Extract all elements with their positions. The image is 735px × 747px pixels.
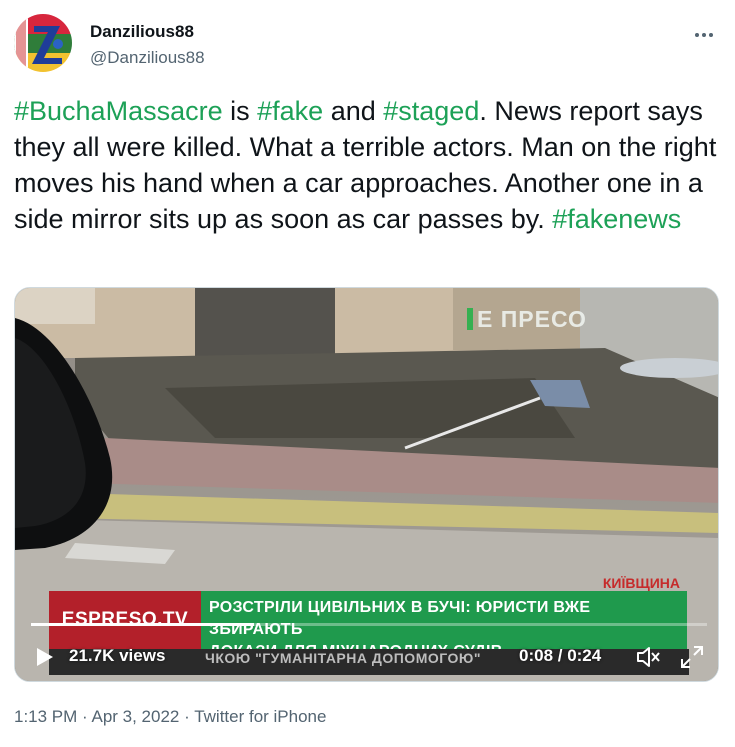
video-player[interactable]: E ПРЕСО КИЇВЩИНА ESPRESO.TV РОЗСТРІЛИ ЦИ… [14, 287, 719, 682]
user-handle[interactable]: @Danzilious88 [90, 48, 205, 68]
tweet-meta: 1:13 PM · Apr 3, 2022 · Twitter for iPho… [14, 707, 326, 727]
hashtag-link[interactable]: #fake [257, 96, 323, 126]
chyron-brand: ESPRESO.TV [49, 591, 201, 649]
chyron-ticker: ЧКОЮ "ГУМАНІТАРНА ДОПОМОГОЮ" [205, 650, 481, 666]
hashtag-link[interactable]: #BuchaMassacre [14, 96, 223, 126]
play-icon[interactable] [33, 646, 55, 668]
view-count: 21.7K views [69, 646, 166, 665]
fullscreen-icon[interactable] [679, 644, 705, 670]
tweet-text-segment: and [323, 96, 384, 126]
hashtag-link[interactable]: #staged [383, 96, 479, 126]
video-time: 0:08 / 0:24 [519, 646, 602, 665]
video-progress-fill [31, 623, 255, 626]
mute-icon[interactable] [635, 644, 661, 670]
tweet-timestamp[interactable]: 1:13 PM · Apr 3, 2022 · [14, 707, 194, 726]
user-avatar[interactable] [14, 14, 72, 72]
hashtag-link[interactable]: #fakenews [552, 204, 681, 234]
tweet-source[interactable]: Twitter for iPhone [194, 707, 326, 726]
chyron-headline: РОЗСТРІЛИ ЦИВІЛЬНИХ В БУЧІ: ЮРИСТИ ВЖЕ З… [201, 591, 687, 660]
more-icon[interactable] [689, 20, 719, 50]
region-label: КИЇВЩИНА [602, 575, 680, 591]
display-name[interactable]: Danzilious88 [90, 22, 194, 42]
tweet-header: Danzilious88 @Danzilious88 [14, 14, 721, 78]
channel-logo-text: ПРЕСО [500, 306, 587, 332]
tweet-text-segment: is [222, 96, 258, 126]
avatar-flag-image [14, 14, 72, 72]
channel-logo: E ПРЕСО [467, 306, 587, 333]
chyron-line-1: РОЗСТРІЛИ ЦИВІЛЬНИХ В БУЧІ: ЮРИСТИ ВЖЕ З… [209, 599, 591, 638]
channel-logo-prefix: E [477, 306, 494, 332]
tweet-text: #BuchaMassacre is #fake and #staged. New… [14, 93, 719, 237]
video-progress-bar[interactable] [31, 623, 707, 626]
